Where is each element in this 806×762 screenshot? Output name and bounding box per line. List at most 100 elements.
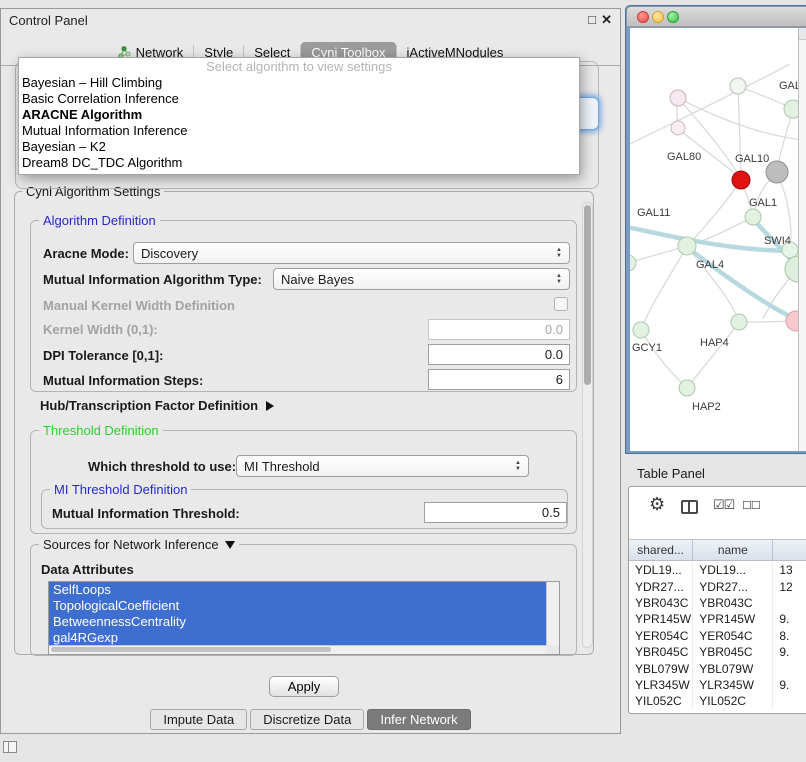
network-node[interactable] xyxy=(630,255,636,271)
table-cell: YDR27... xyxy=(693,578,773,594)
mi-threshold-input[interactable]: 0.5 xyxy=(424,502,567,523)
attribute-item[interactable]: TopologicalCoefficient xyxy=(49,598,546,614)
table-cell: 8. xyxy=(773,628,806,644)
table-panel-title: Table Panel xyxy=(637,466,705,481)
sources-group: Sources for Network Inference Data Attri… xyxy=(30,544,577,656)
gear-icon[interactable]: ⚙ xyxy=(649,494,665,515)
mi-algorithm-type-select[interactable]: Naive Bayes xyxy=(273,268,570,290)
algorithm-option[interactable]: Mutual Information Inference xyxy=(19,123,579,139)
table-cell xyxy=(773,693,806,709)
table-cell: YDL19... xyxy=(693,562,773,578)
cyni-algorithm-settings-group: Cyni Algorithm Settings Algorithm Defini… xyxy=(14,191,594,655)
network-window-titlebar[interactable] xyxy=(627,7,806,27)
network-vscrollbar[interactable] xyxy=(798,28,806,451)
network-edge xyxy=(678,98,741,179)
close-panel-icon[interactable]: ✕ xyxy=(601,12,612,28)
split-columns-icon[interactable] xyxy=(681,500,698,514)
table-cell: YDL19... xyxy=(629,562,693,578)
bottom-tab-impute-data[interactable]: Impute Data xyxy=(150,709,247,730)
settings-vscrollbar-thumb[interactable] xyxy=(584,205,591,385)
table-row[interactable]: YBR045CYBR045C9. xyxy=(629,644,806,660)
table-row[interactable]: YBL079WYBL079W xyxy=(629,660,806,676)
column-header[interactable]: name xyxy=(693,540,773,560)
node-label: GCY1 xyxy=(632,342,662,354)
network-node[interactable] xyxy=(732,171,750,189)
network-node[interactable] xyxy=(633,322,649,338)
network-node[interactable] xyxy=(730,78,746,94)
dpi-tolerance-input[interactable]: 0.0 xyxy=(428,344,570,365)
network-node[interactable] xyxy=(679,380,695,396)
attribute-list-hscrollbar[interactable] xyxy=(49,645,546,654)
network-edge xyxy=(688,322,739,387)
threshold-definition-group: Threshold Definition Which threshold to … xyxy=(30,430,577,534)
apply-button[interactable]: Apply xyxy=(269,676,339,697)
panel-toggle-icon[interactable] xyxy=(3,741,17,753)
table-row[interactable]: YLR345WYLR345W9. xyxy=(629,677,806,693)
network-node[interactable] xyxy=(745,209,761,225)
hub-definition-toggle[interactable]: Hub/Transcription Factor Definition xyxy=(40,398,274,413)
algorithm-dropdown-placeholder: Select algorithm to view settings xyxy=(19,59,579,75)
table-row[interactable]: YPR145WYPR145W9. xyxy=(629,611,806,627)
close-button[interactable] xyxy=(637,11,649,23)
bottom-tab-infer-network[interactable]: Infer Network xyxy=(367,709,470,730)
attribute-item[interactable]: BetweennessCentrality xyxy=(49,614,546,630)
table-body: YDL19...YDL19...13YDR27...YDR27...12YBR0… xyxy=(629,562,806,713)
algorithm-option[interactable]: Dream8 DC_TDC Algorithm xyxy=(19,155,579,171)
control-panel-window: Control Panel □ ✕ NetworkStyleSelectCyni… xyxy=(0,8,621,734)
algorithm-option[interactable]: Bayesian – Hill Climbing xyxy=(19,75,579,91)
algorithm-definition-title: Algorithm Definition xyxy=(39,213,160,228)
mi-threshold-group-title: MI Threshold Definition xyxy=(50,482,191,497)
network-canvas[interactable]: GALGAL80GAL10GAL11GAL1SWI4GAL4GCY1HAP4HA… xyxy=(630,28,806,451)
sources-group-title: Sources for Network Inference xyxy=(43,537,219,552)
attribute-item[interactable]: SelfLoops xyxy=(49,582,546,598)
network-canvas-svg[interactable]: GALGAL80GAL10GAL11GAL1SWI4GAL4GCY1HAP4HA… xyxy=(630,28,806,451)
table-cell: YPR145W xyxy=(629,611,693,627)
settings-vscrollbar[interactable] xyxy=(582,202,593,648)
threshold-definition-title: Threshold Definition xyxy=(39,423,163,438)
scrollbar-arrow-icon[interactable] xyxy=(799,28,806,40)
table-row[interactable]: YBR043CYBR043C xyxy=(629,595,806,611)
select-all-columns-icon[interactable]: ☑☑ xyxy=(713,497,734,513)
table-row[interactable]: YER054CYER054C8. xyxy=(629,628,806,644)
bottom-tab-discretize-data[interactable]: Discretize Data xyxy=(250,709,364,730)
network-node[interactable] xyxy=(671,121,685,135)
mi-steps-label: Mutual Information Steps: xyxy=(43,373,203,388)
column-header[interactable] xyxy=(773,540,806,560)
algorithm-option[interactable]: Bayesian – K2 xyxy=(19,139,579,155)
network-node[interactable] xyxy=(766,161,788,183)
attribute-item[interactable]: gal4RGexp xyxy=(49,630,546,645)
node-label: SWI4 xyxy=(764,235,791,247)
network-node[interactable] xyxy=(670,90,686,106)
node-label: GAL1 xyxy=(749,197,777,209)
table-row[interactable]: YDR27...YDR27...12 xyxy=(629,578,806,594)
table-cell: YLR345W xyxy=(629,677,693,693)
sources-group-toggle[interactable]: Sources for Network Inference xyxy=(39,537,239,552)
algorithm-option[interactable]: ARACNE Algorithm xyxy=(19,107,579,123)
attribute-list-vscrollbar[interactable] xyxy=(546,582,559,645)
threshold-type-select[interactable]: MI Threshold xyxy=(236,455,529,477)
float-window-icon[interactable]: □ xyxy=(588,12,596,27)
hscrollbar-thumb[interactable] xyxy=(51,647,331,652)
network-edge xyxy=(687,246,739,321)
mi-steps-input[interactable]: 6 xyxy=(428,369,570,390)
table-cell: YDR27... xyxy=(629,578,693,594)
deselect-all-columns-icon[interactable]: ☐☐ xyxy=(742,499,760,512)
minimize-button[interactable] xyxy=(652,11,664,23)
table-header-row: shared...name xyxy=(629,539,806,561)
algorithm-option[interactable]: Basic Correlation Inference xyxy=(19,91,579,107)
algorithm-dropdown-popup: Select algorithm to view settings Bayesi… xyxy=(18,57,580,175)
zoom-button[interactable] xyxy=(667,11,679,23)
network-node[interactable] xyxy=(678,237,696,255)
column-header[interactable]: shared... xyxy=(629,540,693,560)
aracne-mode-select[interactable]: Discovery xyxy=(133,242,570,264)
table-cell: YER054C xyxy=(693,628,773,644)
bottom-tab-bar: Impute DataDiscretize DataInfer Network xyxy=(1,709,620,730)
table-cell xyxy=(773,595,806,611)
manual-kernel-label: Manual Kernel Width Definition xyxy=(43,298,235,313)
mi-threshold-group: MI Threshold Definition Mutual Informati… xyxy=(41,489,568,529)
table-row[interactable]: YIL052CYIL052C xyxy=(629,693,806,709)
table-row[interactable]: YDL19...YDL19...13 xyxy=(629,562,806,578)
node-label: HAP4 xyxy=(700,337,729,349)
hub-definition-label: Hub/Transcription Factor Definition xyxy=(40,398,258,413)
network-node[interactable] xyxy=(731,314,747,330)
